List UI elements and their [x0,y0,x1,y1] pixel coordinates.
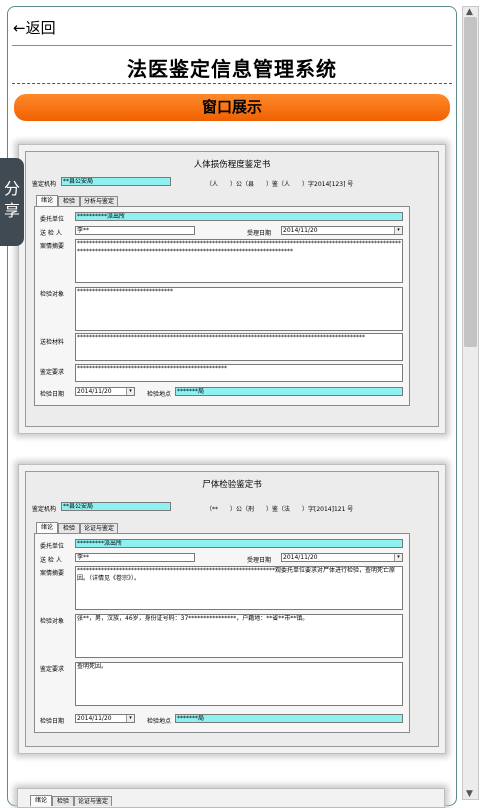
object-textarea[interactable]: 张**，男，汉族，46岁，身份证号码：37****************，户籍… [75,614,403,658]
scroll-up-icon[interactable]: ▲ [466,7,473,17]
dashed-divider [12,83,452,84]
tab-panel: 委托单位 **********派出所 送 检 人 李** 受理日期 2014/1… [34,206,410,406]
client-label: 委托单位 [40,216,65,223]
form-title: 尸体检验鉴定书 [202,480,262,490]
exam-place-label: 检验地点 [147,718,172,725]
object-label: 检验对象 [40,618,65,625]
request-textarea[interactable]: 查明死因。 [75,662,403,706]
tab-exam[interactable]: 检验 [52,796,74,806]
tab-panel: 委托单位 *********派出所 送 检 人 李** 受理日期 2014/11… [34,533,410,733]
object-label: 检验对象 [40,291,65,298]
request-label: 鉴定要求 [40,369,65,376]
sender-label: 送 检 人 [40,557,62,564]
scrollbar-thumb[interactable] [464,17,477,347]
exam-place-field[interactable]: *******局 [175,714,403,723]
app-frame: ←返回 法医鉴定信息管理系统 窗口展示 人体损伤程度鉴定书 鉴定机构 **县公安… [7,6,457,806]
request-label: 鉴定要求 [40,666,65,673]
tab-intro[interactable]: 绪论 [36,522,58,533]
share-label-2: 享 [3,201,20,220]
page-title: 法医鉴定信息管理系统 [127,57,337,81]
accept-date-label: 受理日期 [247,230,272,237]
summary-label: 案情摘要 [40,243,65,250]
accept-date-value: 2014/11/20 [283,227,318,234]
agency-field[interactable]: **县公安局 [61,502,171,511]
exam-date-label: 检验日期 [40,718,65,725]
exam-place-field[interactable]: *******局 [175,387,403,396]
case-ref-text: （人 ）公（县 ）鉴（人 ）字2014[123] 号 [206,181,354,188]
client-field[interactable]: **********派出所 [75,212,403,221]
summary-textarea[interactable]: ****************************************… [75,566,403,610]
back-arrow-icon: ← [13,19,26,37]
tab-intro[interactable]: 绪论 [36,195,58,206]
form-title: 人体损伤程度鉴定书 [193,160,271,170]
chevron-down-icon[interactable]: ▾ [394,554,402,561]
divider [12,45,452,46]
accept-date-label: 受理日期 [247,557,272,564]
section-bar: 窗口展示 [14,94,450,121]
accept-date-field[interactable]: 2014/11/20 ▾ [281,226,403,235]
tab-exam[interactable]: 检验 [58,196,80,206]
screenshot-card-injury: 人体损伤程度鉴定书 鉴定机构 **县公安局 （人 ）公（县 ）鉴（人 ）字201… [18,144,446,434]
agency-label: 鉴定机构 [32,506,57,513]
tab-intro[interactable]: 绪论 [30,795,52,806]
summary-textarea[interactable]: ****************************************… [75,239,403,283]
client-label: 委托单位 [40,543,65,550]
request-textarea[interactable]: ****************************************… [75,364,403,382]
object-textarea[interactable]: ******************************** [75,287,403,331]
exam-date-field[interactable]: 2014/11/20 ▾ [75,387,135,396]
back-label: 返回 [25,19,56,37]
agency-field[interactable]: **县公安局 [61,177,171,186]
share-label-1: 分 [3,179,20,198]
exam-date-value: 2014/11/20 [77,715,112,722]
injury-form-window: 人体损伤程度鉴定书 鉴定机构 **县公安局 （人 ）公（县 ）鉴（人 ）字201… [25,151,439,427]
exam-date-value: 2014/11/20 [77,388,112,395]
material-label: 送检材料 [40,339,65,346]
agency-label: 鉴定机构 [32,181,57,188]
tab-argument[interactable]: 论证与鉴定 [80,523,118,533]
chevron-down-icon[interactable]: ▾ [126,715,134,722]
chevron-down-icon[interactable]: ▾ [394,227,402,234]
sender-field[interactable]: 李** [75,553,195,562]
share-button[interactable]: 分 享 [0,158,24,246]
exam-place-label: 检验地点 [147,391,172,398]
autopsy-form-window: 尸体检验鉴定书 鉴定机构 **县公安局 （** ）公（刑 ）鉴（法 ）字[201… [25,471,439,747]
screenshot-card-partial: 绪论 检验 论证与鉴定 [17,788,445,808]
sender-field[interactable]: 李** [75,226,195,235]
accept-date-field[interactable]: 2014/11/20 ▾ [281,553,403,562]
chevron-down-icon[interactable]: ▾ [126,388,134,395]
summary-label: 案情摘要 [40,570,65,577]
exam-date-field[interactable]: 2014/11/20 ▾ [75,714,135,723]
accept-date-value: 2014/11/20 [283,554,318,561]
sender-label: 送 检 人 [40,230,62,237]
screenshot-card-autopsy: 尸体检验鉴定书 鉴定机构 **县公安局 （** ）公（刑 ）鉴（法 ）字[201… [18,464,446,754]
tab-exam[interactable]: 检验 [58,523,80,533]
scroll-down-icon[interactable]: ▼ [466,789,473,799]
material-textarea[interactable]: ****************************************… [75,333,403,361]
tab-argument[interactable]: 论证与鉴定 [74,796,112,806]
case-ref-text: （** ）公（刑 ）鉴（法 ）字[2014]121 号 [206,506,354,513]
vertical-scrollbar[interactable]: ▲ ▼ [462,6,479,800]
back-link[interactable]: ←返回 [13,17,56,38]
client-field[interactable]: *********派出所 [75,539,403,548]
tab-analysis[interactable]: 分析与鉴定 [80,196,118,206]
exam-date-label: 检验日期 [40,391,65,398]
